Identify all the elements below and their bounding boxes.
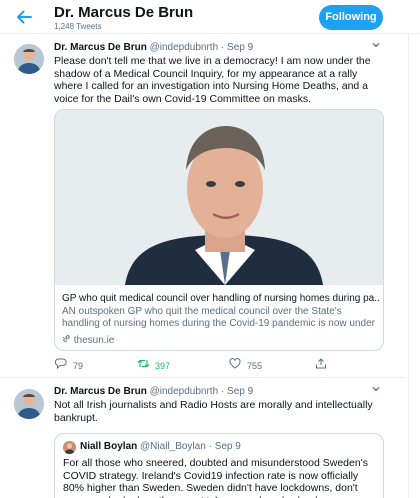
profile-name: Dr. Marcus De Brun: [54, 4, 194, 21]
meta-separator: ·: [208, 441, 212, 452]
tweet-date[interactable]: Sep 9: [227, 42, 253, 53]
avatar[interactable]: [14, 44, 44, 74]
quoted-author-name: Niall Boylan: [80, 441, 138, 452]
share-icon: [314, 358, 328, 371]
following-button[interactable]: Following: [319, 5, 383, 30]
link-icon: [62, 335, 74, 346]
tweet-text: Not all Irish journalists and Radio Host…: [54, 399, 373, 424]
like-button[interactable]: 755: [228, 358, 262, 371]
link-card[interactable]: GP who quit medical council over handlin…: [54, 109, 384, 351]
tweet-meta: Dr. Marcus De Brun @indepdubnrth · Sep 9: [54, 386, 253, 397]
heart-icon: [228, 358, 242, 371]
retweet-icon: [136, 358, 150, 371]
card-image: [55, 110, 383, 285]
author-name[interactable]: Dr. Marcus De Brun: [54, 386, 147, 397]
avatar: [63, 441, 76, 454]
quoted-meta: Niall Boylan @Niall_Boylan · Sep 9: [80, 441, 241, 452]
scrollbar-track[interactable]: [408, 34, 409, 498]
quoted-text: For all those who sneered, doubted and m…: [63, 457, 368, 498]
like-count: 755: [247, 361, 263, 371]
tweet[interactable]: Dr. Marcus De Brun @indepdubnrth · Sep 9…: [0, 379, 406, 498]
share-button[interactable]: [314, 358, 333, 371]
chevron-down-icon[interactable]: [371, 384, 381, 397]
card-domain: thesun.ie: [62, 334, 114, 346]
card-title: GP who quit medical council over handlin…: [62, 293, 380, 304]
meta-separator: ·: [220, 42, 225, 53]
author-name[interactable]: Dr. Marcus De Brun: [54, 42, 147, 53]
author-handle[interactable]: @indepdubnrth: [150, 42, 219, 53]
meta-separator: ·: [220, 386, 225, 397]
tweet-actions: 79 397 755: [54, 358, 384, 374]
card-domain-text: thesun.ie: [73, 335, 115, 346]
retweet-count: 397: [155, 361, 171, 371]
reply-icon: [54, 358, 68, 371]
quoted-author-handle: @Niall_Boylan: [140, 441, 206, 452]
quoted-date: Sep 9: [214, 441, 241, 452]
reply-button[interactable]: 79: [54, 358, 83, 371]
tweet-date[interactable]: Sep 9: [227, 386, 253, 397]
chevron-down-icon[interactable]: [371, 40, 381, 53]
tweet-meta: Dr. Marcus De Brun @indepdubnrth · Sep 9: [54, 42, 253, 53]
avatar[interactable]: [14, 389, 44, 419]
tweet[interactable]: Dr. Marcus De Brun @indepdubnrth · Sep 9…: [0, 34, 406, 378]
profile-header: Dr. Marcus De Brun 1,248 Tweets Followin…: [0, 0, 420, 34]
tweet-count: 1,248 Tweets: [54, 22, 102, 31]
author-handle[interactable]: @indepdubnrth: [150, 386, 219, 397]
retweet-button[interactable]: 397: [136, 358, 170, 371]
tweet-text: Please don't tell me that we live in a d…: [54, 55, 371, 105]
quoted-tweet[interactable]: Niall Boylan @Niall_Boylan · Sep 9 For a…: [54, 433, 384, 498]
reply-count: 79: [73, 361, 84, 371]
arrow-left-icon[interactable]: [14, 7, 36, 27]
